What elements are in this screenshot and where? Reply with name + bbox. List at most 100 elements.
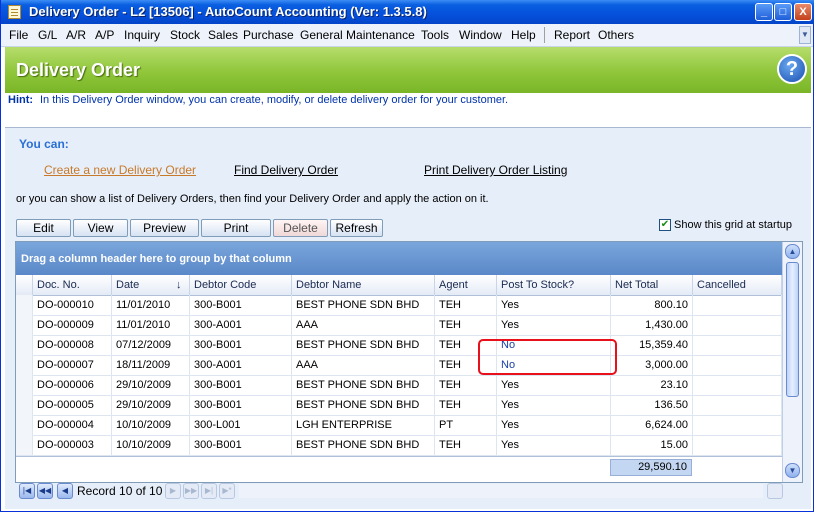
edit-button[interactable]: Edit bbox=[16, 219, 71, 237]
column-header-debtor-code[interactable]: Debtor Code bbox=[190, 275, 292, 295]
cell-cancelled bbox=[693, 415, 782, 435]
close-button[interactable]: X bbox=[794, 3, 812, 21]
column-header-post-to-stock[interactable]: Post To Stock? bbox=[497, 275, 611, 295]
cell-debtor-name: AAA bbox=[292, 315, 435, 335]
cell-net-total: 15.00 bbox=[611, 435, 693, 455]
you-can-heading: You can: bbox=[19, 137, 69, 151]
cell-net-total: 3,000.00 bbox=[611, 355, 693, 375]
new-record-icon: ▶* bbox=[219, 483, 235, 499]
cell-cancelled bbox=[693, 315, 782, 335]
column-header-net-total[interactable]: Net Total bbox=[611, 275, 693, 295]
table-row[interactable]: DO-000006 29/10/2009 300-B001 BEST PHONE… bbox=[16, 375, 782, 396]
show-grid-label: Show this grid at startup bbox=[674, 219, 793, 231]
cell-doc-no: DO-000003 bbox=[33, 435, 112, 455]
print-button[interactable]: Print bbox=[201, 219, 271, 237]
record-position-text: Record 10 of 10 bbox=[77, 484, 163, 498]
column-header-agent[interactable]: Agent bbox=[435, 275, 497, 295]
column-header-date[interactable]: Date ↓ bbox=[112, 275, 190, 295]
show-grid-checkbox[interactable]: ✔ bbox=[659, 219, 671, 231]
scroll-thumb[interactable] bbox=[786, 262, 799, 397]
table-row[interactable]: DO-000004 10/10/2009 300-L001 LGH ENTERP… bbox=[16, 415, 782, 436]
cell-debtor-name: BEST PHONE SDN BHD bbox=[292, 395, 435, 415]
menu-sales[interactable]: Sales bbox=[208, 28, 238, 42]
horizontal-scroll-button bbox=[767, 483, 783, 499]
menu-purchase[interactable]: Purchase bbox=[243, 28, 294, 42]
delivery-order-grid: Drag a column header here to group by th… bbox=[15, 241, 803, 483]
cell-debtor-code: 300-L001 bbox=[190, 415, 292, 435]
menu-ar[interactable]: A/R bbox=[66, 28, 86, 42]
cell-post-to-stock: Yes bbox=[497, 435, 611, 455]
cell-debtor-code: 300-B001 bbox=[190, 375, 292, 395]
help-icon[interactable]: ? bbox=[777, 54, 807, 84]
group-by-panel[interactable]: Drag a column header here to group by th… bbox=[16, 242, 782, 275]
previous-record-icon[interactable]: ◀ bbox=[57, 483, 73, 499]
column-header-cancelled[interactable]: Cancelled bbox=[693, 275, 782, 295]
cell-debtor-code: 300-A001 bbox=[190, 315, 292, 335]
grid-horizontal-scrollbar[interactable] bbox=[239, 484, 763, 498]
menu-scroll-down-icon[interactable]: ▼ bbox=[799, 26, 811, 44]
table-row[interactable]: DO-000008 07/12/2009 300-B001 BEST PHONE… bbox=[16, 335, 782, 356]
maximize-button[interactable]: □ bbox=[774, 3, 792, 21]
menu-others[interactable]: Others bbox=[598, 28, 634, 42]
next-record-icon: ▶ bbox=[165, 483, 181, 499]
cell-post-to-stock: Yes bbox=[497, 395, 611, 415]
grid-header: Doc. No. Date ↓ Debtor Code Debtor Name A… bbox=[16, 275, 782, 296]
sort-descending-icon: ↓ bbox=[176, 279, 182, 291]
print-listing-link[interactable]: Print Delivery Order Listing bbox=[424, 163, 567, 177]
cell-post-to-stock: Yes bbox=[497, 315, 611, 335]
column-header-doc-no[interactable]: Doc. No. bbox=[33, 275, 112, 295]
cell-net-total: 6,624.00 bbox=[611, 415, 693, 435]
preview-button[interactable]: Preview bbox=[130, 219, 199, 237]
cell-post-to-stock: Yes bbox=[497, 295, 611, 315]
scroll-down-icon[interactable]: ▼ bbox=[785, 463, 800, 478]
menu-report[interactable]: Report bbox=[554, 28, 590, 42]
column-header-debtor-name[interactable]: Debtor Name bbox=[292, 275, 435, 295]
view-button[interactable]: View bbox=[73, 219, 128, 237]
previous-page-icon[interactable]: ◀◀ bbox=[37, 483, 53, 499]
minimize-button[interactable]: _ bbox=[755, 3, 773, 21]
title-bar: Delivery Order - L2 [13506] - AutoCount … bbox=[1, 0, 814, 24]
menu-inquiry[interactable]: Inquiry bbox=[124, 28, 160, 42]
table-row[interactable]: DO-000009 11/01/2010 300-A001 AAA TEH Ye… bbox=[16, 315, 782, 336]
delete-button[interactable]: Delete bbox=[273, 219, 328, 237]
menu-bar: File G/L A/R A/P Inquiry Stock Sales Pur… bbox=[1, 24, 813, 47]
row-indicator bbox=[16, 415, 33, 435]
menu-general-maintenance[interactable]: General Maintenance bbox=[300, 28, 415, 42]
refresh-button[interactable]: Refresh bbox=[330, 219, 383, 237]
grid-vertical-scrollbar[interactable]: ▲ ▼ bbox=[782, 242, 802, 482]
table-row[interactable]: DO-000007 18/11/2009 300-A001 AAA TEH No… bbox=[16, 355, 782, 376]
cell-date: 10/10/2009 bbox=[112, 415, 190, 435]
cell-debtor-name: LGH ENTERPRISE bbox=[292, 415, 435, 435]
cell-agent: TEH bbox=[435, 375, 497, 395]
find-delivery-order-link[interactable]: Find Delivery Order bbox=[234, 163, 338, 177]
hint-text: In this Delivery Order window, you can c… bbox=[40, 94, 509, 106]
cell-doc-no: DO-000006 bbox=[33, 375, 112, 395]
header-banner: Delivery Order ? bbox=[5, 47, 811, 94]
table-row[interactable]: DO-000003 10/10/2009 300-B001 BEST PHONE… bbox=[16, 435, 782, 456]
row-indicator-header bbox=[16, 275, 33, 295]
net-total-sum: 29,590.10 bbox=[610, 459, 692, 476]
cell-date: 29/10/2009 bbox=[112, 395, 190, 415]
menu-ap[interactable]: A/P bbox=[95, 28, 114, 42]
cell-net-total: 23.10 bbox=[611, 375, 693, 395]
cell-cancelled bbox=[693, 375, 782, 395]
hint-label: Hint: bbox=[8, 94, 34, 106]
menu-file[interactable]: File bbox=[9, 28, 28, 42]
scroll-up-icon[interactable]: ▲ bbox=[785, 244, 800, 259]
cell-date: 18/11/2009 bbox=[112, 355, 190, 375]
menu-window[interactable]: Window bbox=[459, 28, 502, 42]
row-indicator bbox=[16, 315, 33, 335]
table-row[interactable]: DO-000010 11/01/2010 300-B001 BEST PHONE… bbox=[16, 295, 782, 316]
cell-cancelled bbox=[693, 435, 782, 455]
menu-gl[interactable]: G/L bbox=[38, 28, 57, 42]
cell-post-to-stock: Yes bbox=[497, 375, 611, 395]
create-delivery-order-link[interactable]: Create a new Delivery Order bbox=[44, 163, 196, 177]
last-record-icon: ▶| bbox=[201, 483, 217, 499]
cell-doc-no: DO-000004 bbox=[33, 415, 112, 435]
first-record-icon[interactable]: |◀ bbox=[19, 483, 35, 499]
cell-doc-no: DO-000007 bbox=[33, 355, 112, 375]
menu-stock[interactable]: Stock bbox=[170, 28, 200, 42]
menu-tools[interactable]: Tools bbox=[421, 28, 449, 42]
table-row[interactable]: DO-000005 29/10/2009 300-B001 BEST PHONE… bbox=[16, 395, 782, 416]
menu-help[interactable]: Help bbox=[511, 28, 536, 42]
